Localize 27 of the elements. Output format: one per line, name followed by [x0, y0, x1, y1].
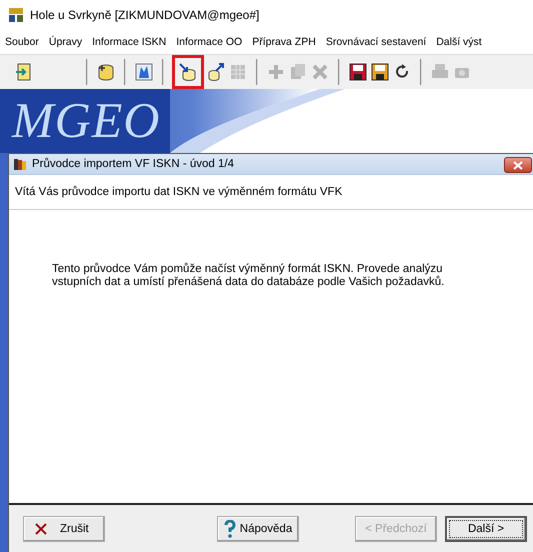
- dialog-title: Průvodce importem VF ISKN - úvod 1/4: [32, 158, 234, 170]
- help-icon: [224, 520, 236, 538]
- cancel-button[interactable]: Zrušit: [23, 516, 105, 542]
- menu-item[interactable]: Srovnávací sestavení: [326, 36, 426, 48]
- app-icon: [8, 7, 24, 23]
- menu-item[interactable]: Informace ISKN: [92, 36, 166, 48]
- database-plus-icon[interactable]: [96, 62, 116, 82]
- close-button[interactable]: [504, 157, 532, 173]
- close-icon: [513, 160, 523, 170]
- menu-item[interactable]: Soubor: [5, 36, 39, 48]
- floppy-icon[interactable]: [370, 62, 390, 82]
- wizard-heading: Vítá Vás průvodce importu dat ISKN ve výměnném formátu VFK: [15, 186, 342, 198]
- help-button[interactable]: Nápověda: [217, 516, 299, 542]
- menu-item[interactable]: Další výst: [436, 36, 482, 48]
- floppy-icon[interactable]: [348, 62, 368, 82]
- menu-item[interactable]: Informace OO: [176, 36, 242, 48]
- database-arrow-icon[interactable]: [206, 62, 226, 82]
- wizard-description: Tento průvodce Vám pomůže načíst výměnný formát ISKN. Provede analýzu vstupních dat a umístí přenášená data do databáze podle Vašich požadavků.: [52, 263, 446, 289]
- next-button[interactable]: Další >: [445, 516, 527, 542]
- menu-item[interactable]: Úpravy: [48, 36, 82, 48]
- wizard-icon: [13, 157, 27, 171]
- map-icon[interactable]: [134, 62, 154, 82]
- database-arrow-icon[interactable]: [178, 62, 198, 82]
- logo-text: MGEO: [12, 93, 160, 147]
- x-icon: [34, 522, 48, 536]
- menu-item[interactable]: Příprava ZPH: [252, 36, 316, 48]
- window-title: Hole u Svrkyně [ZIKMUNDOVAM@mgeo#]: [30, 8, 260, 22]
